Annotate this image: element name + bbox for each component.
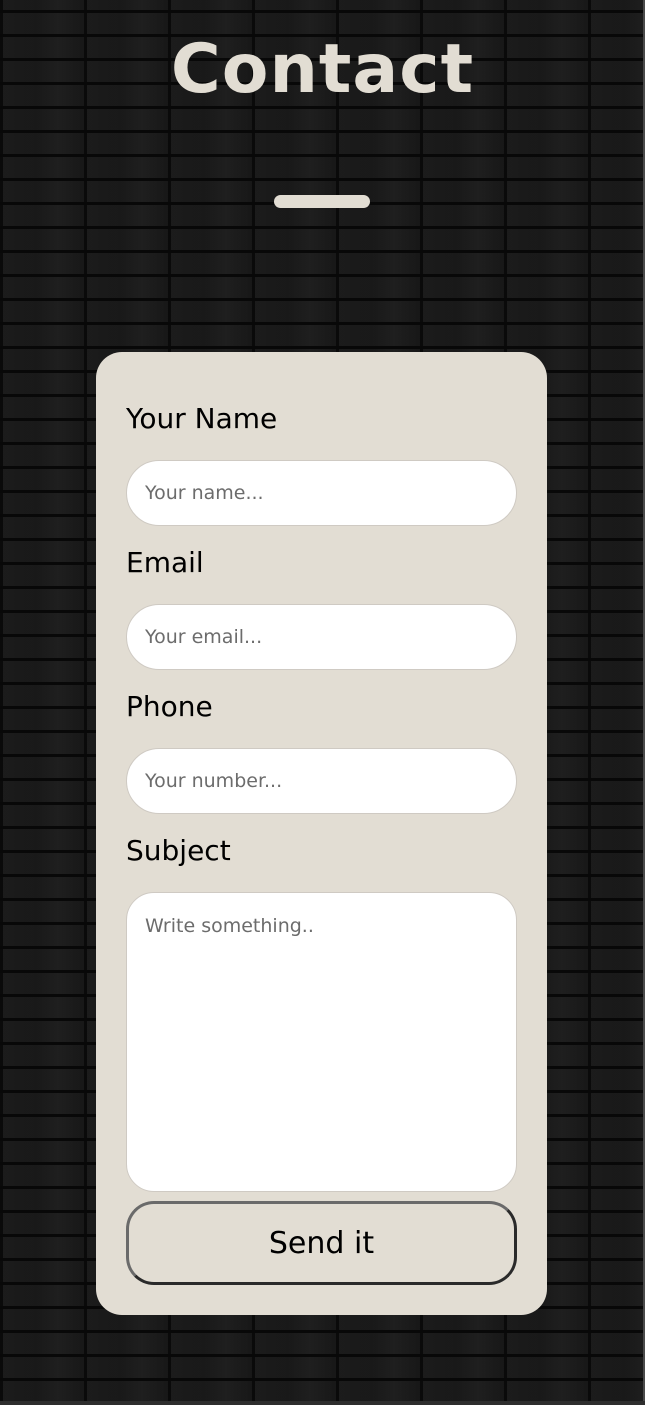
name-label: Your Name <box>126 402 278 435</box>
email-label: Email <box>126 546 204 579</box>
email-input[interactable] <box>126 604 517 670</box>
send-button[interactable]: Send it <box>126 1201 517 1285</box>
contact-form: Your Name Email Phone Subject Send it <box>96 352 547 1315</box>
phone-input[interactable] <box>126 748 517 814</box>
phone-label: Phone <box>126 690 213 723</box>
page-bottom-edge <box>0 1401 645 1405</box>
title-divider <box>274 195 370 208</box>
subject-label: Subject <box>126 834 231 867</box>
page-title: Contact <box>170 30 475 109</box>
name-input[interactable] <box>126 460 517 526</box>
subject-textarea[interactable] <box>126 892 517 1192</box>
